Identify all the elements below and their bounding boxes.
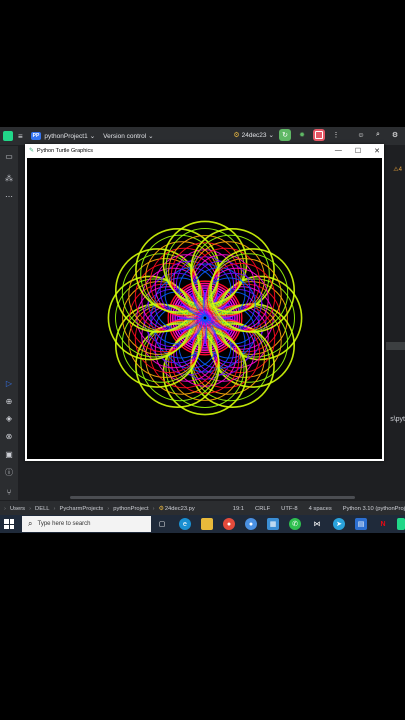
more-icon[interactable]: ⋯ [3, 190, 15, 202]
run-config-label: 24dec23 [241, 131, 267, 139]
more-icon[interactable]: ⋮ [330, 129, 342, 141]
maximize-button[interactable]: ☐ [355, 147, 361, 155]
status-bar: › Users › DELL › PycharmProjects › pytho… [0, 500, 405, 516]
horizontal-scrollbar[interactable] [70, 496, 355, 499]
stop-icon [315, 131, 323, 139]
cursor-position[interactable]: 19:1 [233, 506, 244, 512]
python-console-icon[interactable]: ⊕ [3, 395, 15, 407]
close-button[interactable]: ✕ [374, 147, 380, 155]
search-icon: ⌕ [28, 519, 33, 528]
warnings-indicator[interactable]: ⚠4 [393, 166, 402, 173]
terminal-icon[interactable]: ▣ [3, 448, 15, 460]
tool-window-bar: ▭ ⁂ ⋯ ▷ ⊕ ◈ ⊗ ▣ ⓘ ⑂ [0, 146, 19, 516]
breadcrumb-separator: › [152, 505, 155, 512]
file-explorer-icon[interactable] [201, 518, 213, 530]
turtle-canvas [27, 158, 382, 459]
turtle-window: ✎ Python Turtle Graphics — ☐ ✕ [25, 144, 384, 461]
settings-icon[interactable]: ⚙ [389, 129, 401, 141]
window-controls: — ☐ ✕ [335, 144, 380, 157]
search-icon[interactable]: ⌕ [372, 129, 384, 141]
edge-icon[interactable]: e [179, 518, 191, 530]
breadcrumb-pycharmprojects[interactable]: PycharmProjects [59, 506, 103, 512]
search-placeholder: Type here to search [37, 521, 91, 527]
version-control-label: Version control [103, 132, 147, 140]
hamburger-menu-icon[interactable]: ≡ [18, 132, 23, 141]
folder-icon[interactable]: ▭ [3, 150, 15, 162]
file-encoding[interactable]: UTF-8 [281, 506, 297, 512]
breadcrumb-dell[interactable]: DELL [35, 506, 50, 512]
feather-icon: ✎ [29, 148, 35, 154]
turtle-window-title: Python Turtle Graphics [37, 147, 93, 154]
breadcrumb-separator: › [53, 505, 56, 512]
breadcrumb-pythonproject[interactable]: pythonProject [113, 506, 148, 512]
run-icon[interactable]: ▷ [3, 377, 15, 389]
network-icon[interactable]: ⋈ [311, 518, 323, 530]
toolbar-actions: ⚙ 24dec23 ⌄ ↻ ✹ ⋮ ☺ ⌕ ⚙ [233, 129, 401, 141]
user-icon[interactable]: ☺ [355, 129, 367, 141]
chrome-icon[interactable]: ● [223, 518, 235, 530]
structure-icon[interactable]: ⁂ [3, 172, 15, 184]
jetbrains-icon[interactable] [3, 131, 13, 141]
minimize-button[interactable]: — [335, 147, 342, 154]
turtle-title-bar[interactable]: ✎ Python Turtle Graphics — ☐ ✕ [25, 144, 384, 157]
whatsapp-icon[interactable]: ✆ [289, 518, 301, 530]
run-config-selector[interactable]: ⚙ 24dec23 ⌄ [233, 131, 274, 140]
interpreter-selector[interactable]: Python 3.10 (pythonProj [343, 506, 405, 512]
breadcrumb-file[interactable]: 24dec23.py [165, 506, 195, 512]
rerun-button[interactable]: ↻ [279, 129, 291, 141]
project-initials: PP [30, 132, 42, 140]
git-icon[interactable]: ⑂ [3, 486, 15, 498]
indent-setting[interactable]: 4 spaces [309, 506, 332, 512]
chrome-profile-icon[interactable]: ● [245, 518, 257, 530]
python-file-icon: ⚙ [233, 132, 240, 139]
layers-icon[interactable]: ◈ [3, 412, 15, 424]
breadcrumb-separator: › [29, 505, 32, 512]
breadcrumb-users[interactable]: Users [10, 506, 25, 512]
chevron-down-icon: ⌄ [148, 133, 154, 140]
telegram-icon[interactable]: ➤ [333, 518, 345, 530]
task-view-icon[interactable]: ▢ [156, 518, 168, 530]
run-output-path: s\pyt [390, 416, 405, 423]
services-icon[interactable]: ⊗ [3, 430, 15, 442]
problems-icon[interactable]: ⓘ [3, 466, 15, 478]
pycharm-taskbar-icon[interactable] [397, 518, 405, 530]
calculator-icon[interactable]: ▤ [355, 518, 367, 530]
status-right: 19:1 CRLF UTF-8 4 spaces Python 3.10 (py… [224, 501, 405, 516]
project-name: pythonProject1 [44, 132, 88, 140]
project-selector[interactable]: PP pythonProject1 ⌄ [30, 132, 96, 140]
version-control-menu[interactable]: Version control ⌄ [103, 132, 154, 141]
breadcrumb-separator: › [107, 505, 110, 512]
editor-gutter-band [386, 342, 405, 350]
breadcrumb-lead: › [4, 505, 6, 512]
windows-start-icon[interactable] [4, 519, 14, 529]
stop-button[interactable] [313, 129, 325, 141]
chevron-down-icon: ⌄ [268, 132, 274, 139]
line-separator[interactable]: CRLF [255, 506, 270, 512]
python-file-icon: ⚙ [158, 505, 164, 512]
store-icon[interactable]: ▦ [267, 518, 279, 530]
debug-icon[interactable]: ✹ [296, 129, 308, 141]
windows-taskbar: ⌕ Type here to search ▢ e ● ● ▦ ✆ ⋈ ➤ ▤ … [0, 515, 405, 533]
spirograph-drawing [107, 220, 303, 416]
chevron-down-icon: ⌄ [89, 133, 96, 140]
taskbar-search-box[interactable]: ⌕ Type here to search [22, 516, 151, 532]
netflix-icon[interactable]: N [377, 518, 389, 530]
